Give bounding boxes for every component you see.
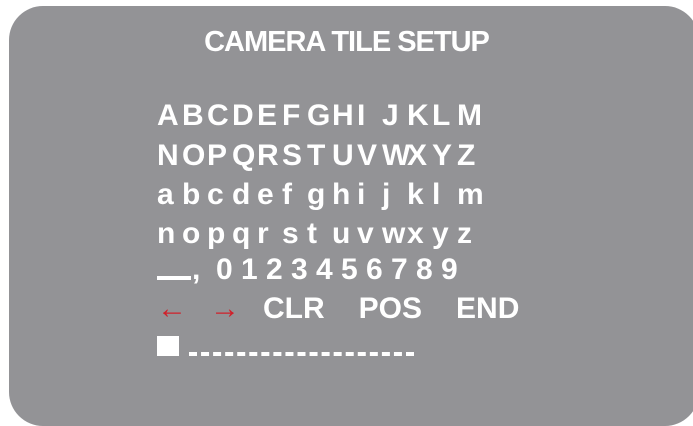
char-j[interactable]: j <box>382 178 407 212</box>
position-button[interactable]: POS <box>359 292 422 326</box>
menu-title: CAMERA TILE SETUP <box>204 26 490 58</box>
char-o[interactable]: o <box>182 217 207 251</box>
char-dash[interactable] <box>157 276 191 280</box>
char-d[interactable]: d <box>232 178 257 212</box>
char-W[interactable]: W <box>382 139 410 173</box>
char-O[interactable]: O <box>182 139 207 173</box>
char-B[interactable]: B <box>182 99 207 133</box>
char-z[interactable]: z <box>457 217 482 251</box>
char-S[interactable]: S <box>282 139 307 173</box>
char-k[interactable]: k <box>407 178 432 212</box>
clear-button[interactable]: CLR <box>263 292 325 326</box>
char-R[interactable]: R <box>257 139 282 173</box>
controls-row: ← → CLR POS END <box>157 289 553 329</box>
char-2[interactable]: 2 <box>266 253 291 287</box>
char-P[interactable]: P <box>207 139 232 173</box>
lowercase-row-2: n o p q r s t u v w x y z <box>157 214 482 254</box>
char-v[interactable]: v <box>357 217 382 251</box>
char-H[interactable]: H <box>332 99 357 133</box>
char-r[interactable]: r <box>257 217 282 251</box>
symbols-digits-row: , 0 1 2 3 4 5 6 7 8 9 <box>157 250 466 290</box>
char-M[interactable]: M <box>457 99 482 133</box>
title-input-field[interactable] <box>189 352 414 356</box>
char-V[interactable]: V <box>357 139 382 173</box>
char-m[interactable]: m <box>457 178 484 212</box>
char-1[interactable]: 1 <box>241 253 266 287</box>
char-Q[interactable]: Q <box>232 139 257 173</box>
char-8[interactable]: 8 <box>416 253 441 287</box>
char-5[interactable]: 5 <box>341 253 366 287</box>
uppercase-row-1: A B C D E F G H I J K L M <box>157 96 482 136</box>
char-u[interactable]: u <box>332 217 357 251</box>
char-X[interactable]: X <box>407 139 432 173</box>
char-s[interactable]: s <box>282 217 307 251</box>
uppercase-row-2: N O P Q R S T U V W X Y Z <box>157 136 482 176</box>
char-g[interactable]: g <box>307 178 332 212</box>
char-A[interactable]: A <box>157 99 182 133</box>
char-N[interactable]: N <box>157 139 182 173</box>
char-7[interactable]: 7 <box>391 253 416 287</box>
char-b[interactable]: b <box>182 178 207 212</box>
input-cursor <box>157 336 179 356</box>
lowercase-row-1: a b c d e f g h i j k l m <box>157 175 484 215</box>
char-q[interactable]: q <box>232 217 257 251</box>
char-Z[interactable]: Z <box>457 139 482 173</box>
char-L[interactable]: L <box>432 99 457 133</box>
title-entry-row <box>157 324 414 364</box>
char-J[interactable]: J <box>382 99 407 133</box>
char-e[interactable]: e <box>257 178 282 212</box>
char-n[interactable]: n <box>157 217 182 251</box>
char-E[interactable]: E <box>257 99 282 133</box>
char-3[interactable]: 3 <box>291 253 316 287</box>
char-p[interactable]: p <box>207 217 232 251</box>
char-w[interactable]: w <box>382 217 407 251</box>
char-y[interactable]: y <box>432 217 457 251</box>
char-f[interactable]: f <box>282 178 307 212</box>
char-4[interactable]: 4 <box>316 253 341 287</box>
char-c[interactable]: c <box>207 178 232 212</box>
char-a[interactable]: a <box>157 178 182 212</box>
char-G[interactable]: G <box>307 99 332 133</box>
char-i[interactable]: i <box>357 178 382 212</box>
end-button[interactable]: END <box>456 292 519 326</box>
char-I[interactable]: I <box>357 99 382 133</box>
char-U[interactable]: U <box>332 139 357 173</box>
char-F[interactable]: F <box>282 99 307 133</box>
char-x[interactable]: x <box>407 217 432 251</box>
left-arrow-icon[interactable]: ← <box>157 292 210 326</box>
char-T[interactable]: T <box>307 139 332 173</box>
char-h[interactable]: h <box>332 178 357 212</box>
char-t[interactable]: t <box>307 217 332 251</box>
char-C[interactable]: C <box>207 99 232 133</box>
right-arrow-icon[interactable]: → <box>210 292 263 326</box>
char-0[interactable]: 0 <box>216 253 241 287</box>
char-comma[interactable]: , <box>192 253 216 287</box>
char-9[interactable]: 9 <box>441 253 466 287</box>
char-6[interactable]: 6 <box>366 253 391 287</box>
char-Y[interactable]: Y <box>432 139 457 173</box>
char-l[interactable]: l <box>432 178 457 212</box>
char-K[interactable]: K <box>407 99 432 133</box>
char-D[interactable]: D <box>232 99 257 133</box>
